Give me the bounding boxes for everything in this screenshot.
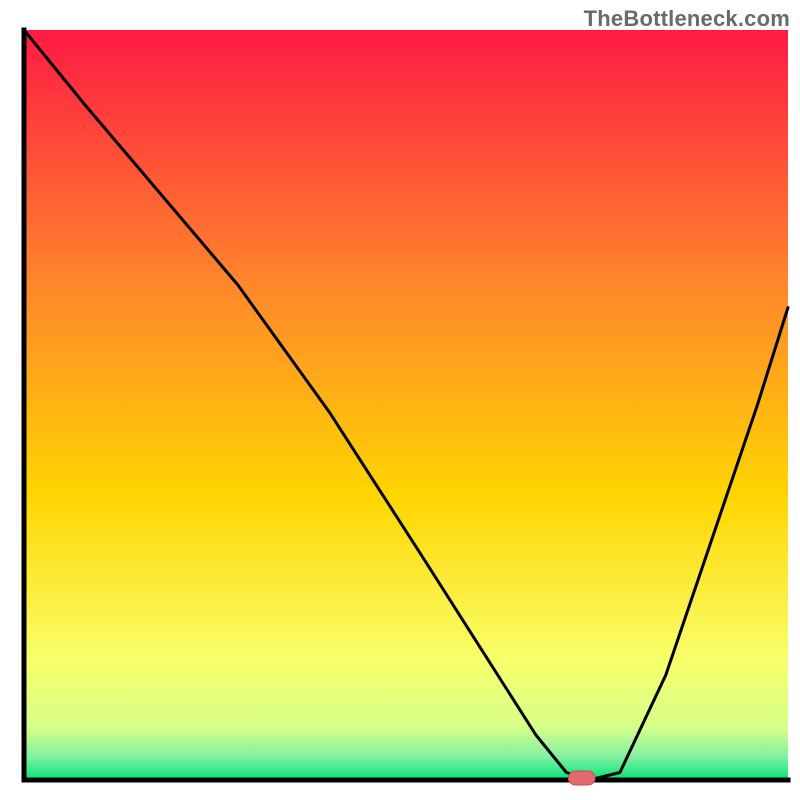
bottleneck-chart — [0, 0, 800, 800]
chart-container: TheBottleneck.com — [0, 0, 800, 800]
optimal-marker — [568, 771, 595, 785]
